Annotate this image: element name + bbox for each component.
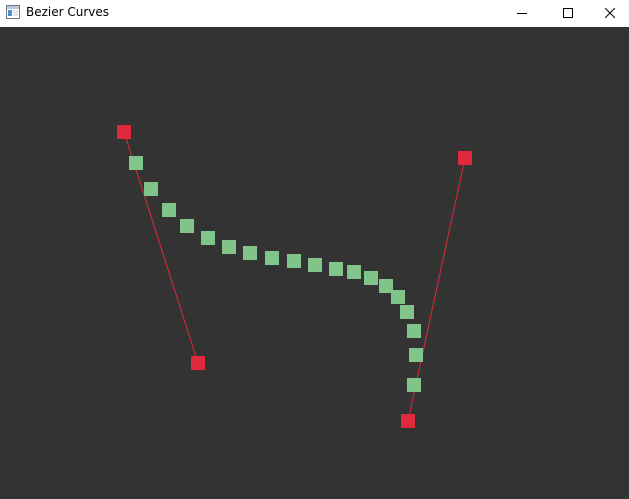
curve-point (222, 240, 236, 254)
curve-point (287, 254, 301, 268)
curve-point (407, 324, 421, 338)
curve-point (162, 203, 176, 217)
bezier-drawing[interactable] (0, 27, 629, 499)
curve-point (364, 271, 378, 285)
app-window: Bezier Curves (0, 0, 629, 499)
close-icon (605, 8, 615, 18)
curve-point (400, 305, 414, 319)
control-point-handle-1[interactable] (191, 356, 205, 370)
curve-point (379, 279, 393, 293)
minimize-button[interactable] (499, 0, 545, 26)
curve-point (144, 182, 158, 196)
curve-point (347, 265, 361, 279)
curve-point (308, 258, 322, 272)
curve-point (265, 251, 279, 265)
curve-point (329, 262, 343, 276)
maximize-button[interactable] (545, 0, 591, 26)
control-point-start[interactable] (117, 125, 131, 139)
curve-point (407, 378, 421, 392)
window-title: Bezier Curves (26, 5, 110, 19)
title-bar[interactable]: Bezier Curves (0, 0, 629, 26)
minimize-icon (517, 13, 527, 14)
handle-lines (123, 131, 466, 422)
curve-point (201, 231, 215, 245)
curve-point (391, 290, 405, 304)
app-window-icon (6, 5, 20, 19)
control-point-handle-2[interactable] (458, 151, 472, 165)
drawing-canvas[interactable] (0, 27, 629, 499)
close-button[interactable] (591, 0, 629, 26)
curve-point (129, 156, 143, 170)
curve-point (409, 348, 423, 362)
curve-point (243, 246, 257, 260)
curve-point (180, 219, 194, 233)
maximize-icon (563, 8, 573, 18)
control-point-end[interactable] (401, 414, 415, 428)
curve-points (129, 156, 423, 392)
